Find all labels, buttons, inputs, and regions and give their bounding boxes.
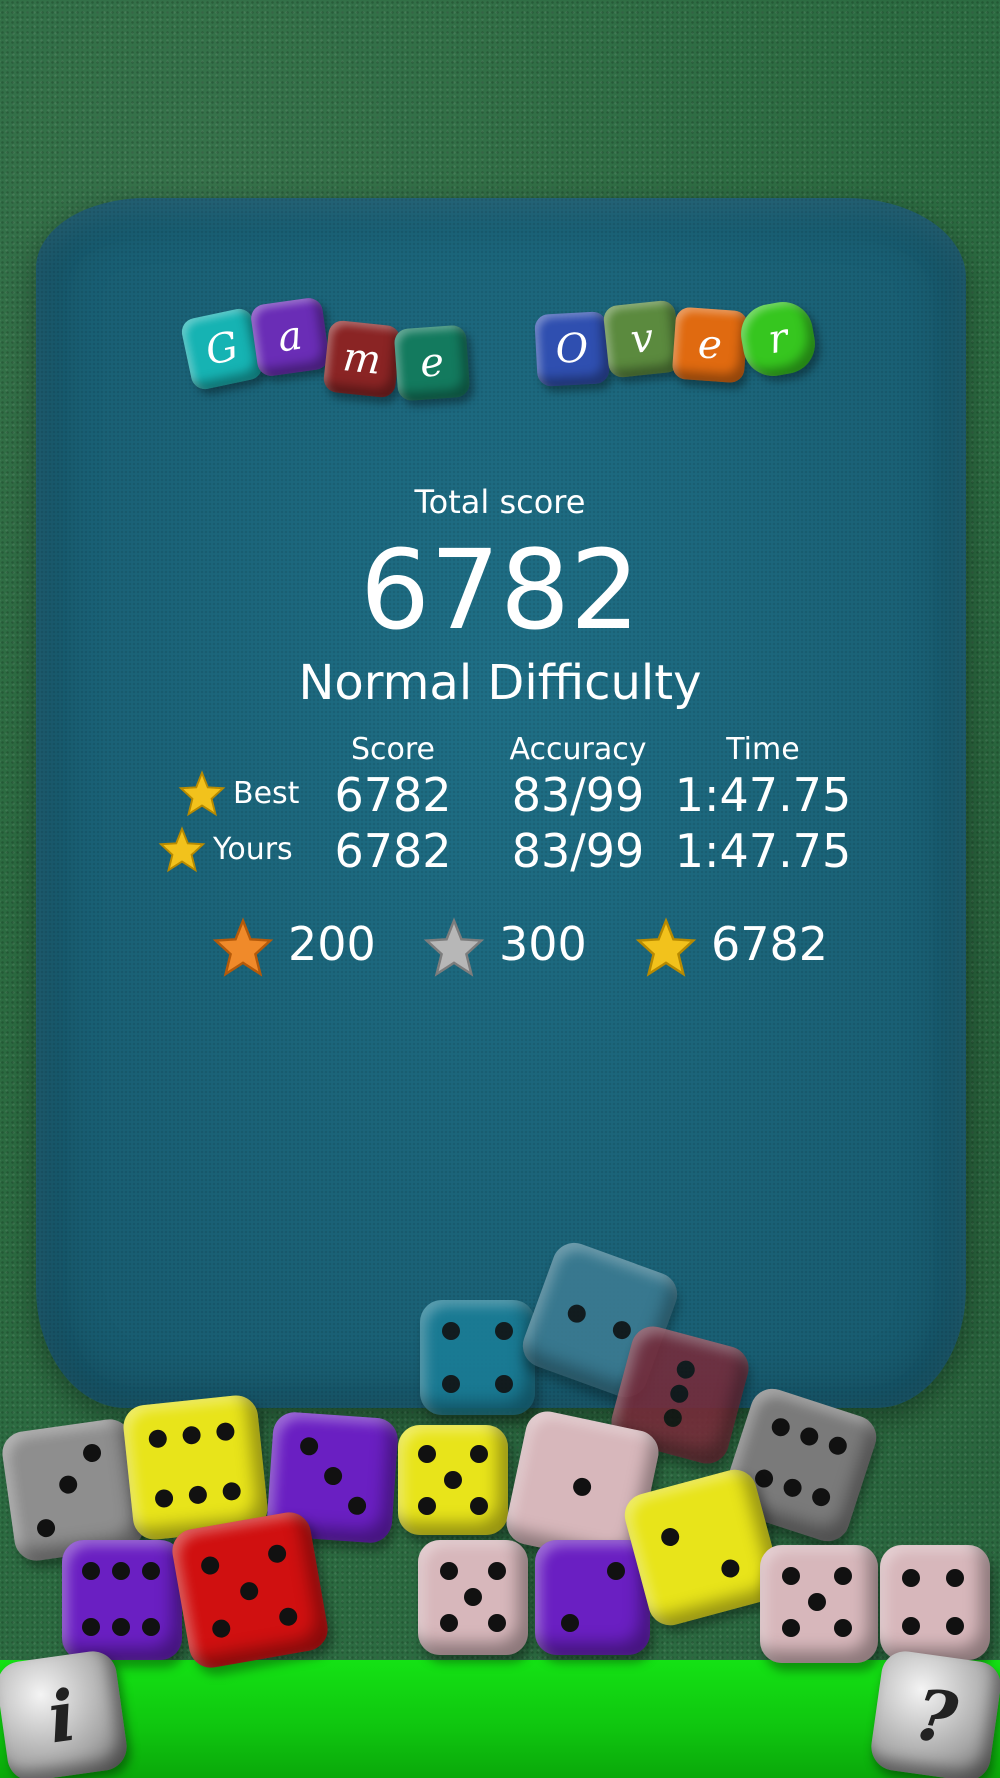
header-accuracy: Accuracy xyxy=(509,732,647,767)
die-pink-5b xyxy=(760,1545,878,1663)
title-die-e2: e xyxy=(671,306,749,384)
total-score-value: 6782 xyxy=(360,526,640,654)
bronze-star-icon xyxy=(212,917,274,977)
title-die-m: m xyxy=(322,319,402,399)
die-pink-4 xyxy=(880,1545,990,1660)
game-over-title: G a m e O v e r xyxy=(0,295,1000,405)
yours-score: 6782 xyxy=(334,824,452,878)
gold-threshold: 6782 xyxy=(711,917,829,971)
die-purple-6 xyxy=(62,1540,182,1660)
silver-star-icon xyxy=(423,917,485,977)
info-icon: i xyxy=(43,1673,81,1759)
yours-time: 1:47.75 xyxy=(674,824,852,878)
title-die-a: a xyxy=(249,296,331,378)
title-die-v: v xyxy=(602,299,682,379)
title-die-o: O xyxy=(534,311,610,387)
info-button[interactable]: i xyxy=(0,1648,130,1778)
yours-accuracy: 83/99 xyxy=(511,824,645,878)
gold-star-icon xyxy=(635,917,697,977)
bronze-threshold: 200 xyxy=(288,917,376,971)
difficulty-label: Normal Difficulty xyxy=(298,655,702,711)
die-yellow-5 xyxy=(398,1425,508,1535)
title-die-e: e xyxy=(393,324,471,402)
header-time: Time xyxy=(726,732,800,767)
row-label-best: Best xyxy=(233,776,300,811)
help-button[interactable]: ? xyxy=(868,1648,1000,1778)
best-score: 6782 xyxy=(334,768,452,822)
die-red-5 xyxy=(168,1508,332,1672)
dice-pile xyxy=(0,1236,1000,1680)
best-accuracy: 83/99 xyxy=(511,768,645,822)
header-score: Score xyxy=(350,732,436,767)
die-pink-5 xyxy=(418,1540,528,1655)
row-label-yours: Yours xyxy=(213,832,293,867)
die-teal xyxy=(420,1300,535,1415)
gold-star-icon xyxy=(158,826,206,873)
best-time: 1:47.75 xyxy=(674,768,852,822)
title-die-r: r xyxy=(736,297,820,381)
help-icon: ? xyxy=(909,1672,963,1760)
gold-star-icon xyxy=(178,770,226,817)
score-thresholds: 200 300 6782 xyxy=(0,912,1000,982)
total-score-label: Total score xyxy=(414,483,586,521)
die-purple-2 xyxy=(535,1540,650,1655)
silver-threshold: 300 xyxy=(499,917,587,971)
